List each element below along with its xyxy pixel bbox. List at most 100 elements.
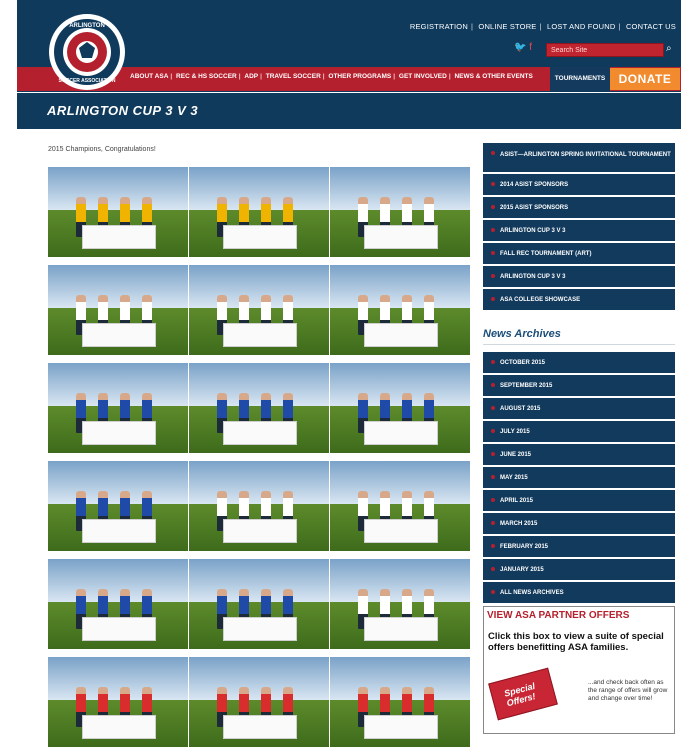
archive-label: MARCH 2015 [500,521,538,527]
nav-item-other[interactable]: OTHER PROGRAMS [326,73,393,80]
archive-march[interactable]: MARCH 2015 [483,513,675,535]
sidebar-item-label: ARLINGTON CUP 3 V 3 [500,228,566,234]
prize-check [223,519,297,543]
twitter-icon[interactable]: 🐦 [514,42,526,53]
partner-text: Click this box to view a suite of specia… [488,631,664,653]
team-photo[interactable] [189,265,329,355]
team-photo[interactable] [48,657,188,747]
partner-title: VIEW ASA PARTNER OFFERS [487,610,630,621]
archive-july[interactable]: JULY 2015 [483,421,675,443]
prize-check [364,715,438,739]
prize-check [364,519,438,543]
sidebar-item-label: FALL REC TOURNAMENT (ART) [500,251,592,257]
team-photo[interactable] [48,167,188,257]
photo-sky [189,559,329,603]
prize-check [82,323,156,347]
team-photo[interactable] [330,167,470,257]
nav-item-travel[interactable]: TRAVEL SOCCER [264,73,323,80]
team-photo[interactable] [330,265,470,355]
archive-label: APRIL 2015 [500,498,533,504]
bullet-icon [491,297,495,301]
archive-june[interactable]: JUNE 2015 [483,444,675,466]
nav-item-adp[interactable]: ADP [242,73,260,80]
team-photo[interactable] [189,559,329,649]
sidebar-item-arlington-cup-2[interactable]: ARLINGTON CUP 3 V 3 [483,266,675,288]
photo-sky [189,461,329,505]
prize-check [82,715,156,739]
prize-check [364,323,438,347]
sidebar-item-college-showcase[interactable]: ASA COLLEGE SHOWCASE [483,289,675,311]
photo-sky [48,461,188,505]
sidebar-item-fall-rec[interactable]: FALL REC TOURNAMENT (ART) [483,243,675,265]
nav-item-tournaments[interactable]: TOURNAMENTS [550,67,610,91]
bullet-icon [491,452,495,456]
nav-item-about[interactable]: ABOUT ASA [128,73,170,80]
sidebar-item-2014-sponsors[interactable]: 2014 ASIST SPONSORS [483,174,675,196]
photo-sky [330,167,470,211]
photo-sky [330,363,470,407]
team-photo[interactable] [48,265,188,355]
archive-label: AUGUST 2015 [500,406,541,412]
prize-check [82,519,156,543]
team-photo[interactable] [330,363,470,453]
prize-check [364,225,438,249]
nav-item-involved[interactable]: GET INVOLVED [397,73,449,80]
contact-link[interactable]: CONTACT US [623,22,679,31]
photo-sky [189,363,329,407]
nav-item-rec[interactable]: REC & HS SOCCER [174,73,239,80]
bullet-icon [491,205,495,209]
archive-all[interactable]: ALL NEWS ARCHIVES [483,582,675,604]
sidebar-item-arlington-cup[interactable]: ARLINGTON CUP 3 V 3 [483,220,675,242]
archive-label: JULY 2015 [500,429,530,435]
facebook-icon[interactable]: f [529,42,532,53]
online-store-link[interactable]: ONLINE STORE [475,22,539,31]
team-photo[interactable] [48,461,188,551]
search-input[interactable]: Search Site [546,43,664,57]
archive-label: ALL NEWS ARCHIVES [500,590,564,596]
bullet-icon [491,151,495,155]
prize-check [82,225,156,249]
archive-september[interactable]: SEPTEMBER 2015 [483,375,675,397]
bullet-icon [491,182,495,186]
archive-october[interactable]: OCTOBER 2015 [483,352,675,374]
team-photo[interactable] [330,461,470,551]
partner-offers-box[interactable]: VIEW ASA PARTNER OFFERS Click this box t… [483,606,675,734]
bullet-icon [491,567,495,571]
photo-sky [330,461,470,505]
team-photo[interactable] [48,559,188,649]
divider [483,344,675,345]
donate-button[interactable]: DONATE [610,68,680,90]
archive-august[interactable]: AUGUST 2015 [483,398,675,420]
bullet-icon [491,498,495,502]
team-photo[interactable] [330,657,470,747]
sidebar-item-label: 2015 ASIST SPONSORS [500,205,569,211]
sidebar-item-2015-sponsors[interactable]: 2015 ASIST SPONSORS [483,197,675,219]
nav-item-news[interactable]: NEWS & OTHER EVENTS [452,73,534,80]
sidebar-item-asist[interactable]: ASIST—ARLINGTON SPRING INVITATIONAL TOUR… [483,143,675,173]
prize-check [223,617,297,641]
team-photo[interactable] [189,167,329,257]
team-photo[interactable] [330,559,470,649]
asa-logo[interactable]: ARLINGTON SOCCER ASSOCIATION [42,12,132,92]
prize-check [364,421,438,445]
archive-label: MAY 2015 [500,475,528,481]
registration-link[interactable]: REGISTRATION [407,22,471,31]
search-icon[interactable]: ⌕ [666,43,672,54]
archive-april[interactable]: APRIL 2015 [483,490,675,512]
page-subtitle: 2015 Champions, Congratulations! [48,146,156,153]
lost-found-link[interactable]: LOST AND FOUND [544,22,619,31]
team-photo[interactable] [189,363,329,453]
archive-may[interactable]: MAY 2015 [483,467,675,489]
photo-sky [330,657,470,701]
photo-sky [48,559,188,603]
team-photo[interactable] [189,461,329,551]
bullet-icon [491,406,495,410]
team-photo[interactable] [189,657,329,747]
sidebar-item-label: ASIST—ARLINGTON SPRING INVITATIONAL TOUR… [500,152,671,158]
photo-sky [189,657,329,701]
bullet-icon [491,274,495,278]
archive-january[interactable]: JANUARY 2015 [483,559,675,581]
archive-february[interactable]: FEBRUARY 2015 [483,536,675,558]
team-photo[interactable] [48,363,188,453]
photo-sky [189,265,329,309]
